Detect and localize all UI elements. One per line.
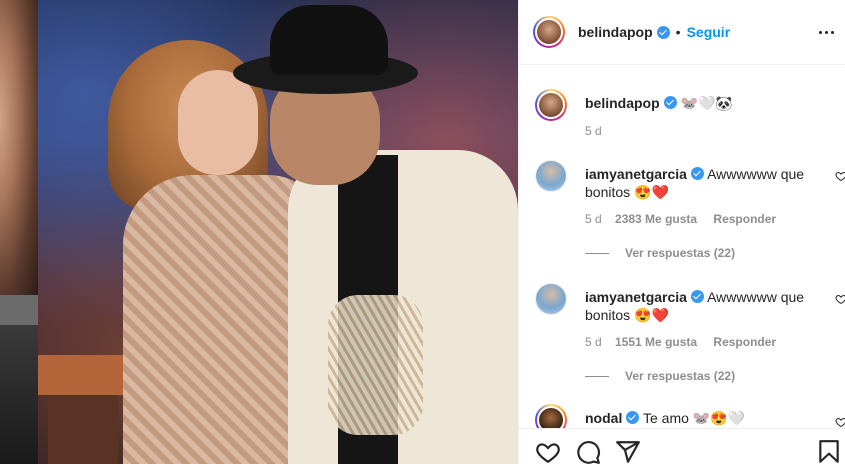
verified-badge-icon bbox=[690, 290, 704, 303]
comment-like-heart-icon[interactable] bbox=[835, 416, 845, 428]
post-header: belindapop • Seguir bbox=[519, 0, 845, 65]
view-replies-label: Ver respuestas (22) bbox=[625, 246, 736, 260]
follow-button[interactable]: Seguir bbox=[687, 24, 731, 40]
comment-time[interactable]: 5 d bbox=[585, 212, 602, 226]
caption-time[interactable]: 5 d bbox=[585, 124, 602, 138]
comment-like-heart-icon[interactable] bbox=[835, 170, 845, 182]
comment-avatar[interactable] bbox=[535, 160, 567, 192]
cowboy-hat-crown bbox=[270, 5, 388, 75]
share-icon[interactable] bbox=[615, 439, 641, 464]
jacket-embroidery bbox=[328, 295, 423, 435]
comment-text: Te amo 🐭😍🤍 bbox=[642, 410, 746, 426]
comment-likes[interactable]: 2383 Me gusta bbox=[615, 212, 697, 226]
author-name-row: belindapop • Seguir bbox=[578, 24, 730, 40]
author-username[interactable]: belindapop bbox=[578, 24, 653, 40]
caption-username[interactable]: belindapop bbox=[585, 95, 660, 111]
comment-body: nodal Te amo 🐭😍🤍 bbox=[585, 409, 810, 427]
reply-button[interactable]: Responder bbox=[713, 335, 776, 349]
replies-divider-line bbox=[585, 375, 609, 377]
comment-username[interactable]: iamyanetgarcia bbox=[585, 289, 687, 305]
caption-text: 🐭🤍🐼 bbox=[680, 95, 733, 111]
heart-icon[interactable] bbox=[535, 439, 561, 464]
verified-badge-icon bbox=[690, 167, 704, 180]
author-avatar[interactable] bbox=[533, 16, 565, 48]
background-table-base bbox=[48, 395, 118, 464]
background-table bbox=[38, 355, 128, 395]
verified-badge-icon bbox=[626, 411, 640, 424]
post-photo[interactable] bbox=[38, 0, 518, 464]
caption-body: belindapop 🐭🤍🐼 bbox=[585, 94, 810, 112]
previous-post-peek[interactable] bbox=[0, 0, 38, 464]
view-replies-button[interactable]: Ver respuestas (22) bbox=[585, 369, 735, 383]
post-action-bar bbox=[519, 428, 845, 464]
comment-avatar[interactable] bbox=[535, 404, 567, 428]
instagram-post-modal: belindapop • Seguir belindapop 🐭🤍🐼 5 d i… bbox=[0, 0, 845, 464]
view-replies-button[interactable]: Ver respuestas (22) bbox=[585, 246, 735, 260]
comment-meta: 5 d 1551 Me gusta Responder bbox=[585, 335, 776, 349]
view-replies-label: Ver respuestas (22) bbox=[625, 369, 736, 383]
replies-divider-line bbox=[585, 252, 609, 254]
comment-meta: 5 d 2383 Me gusta Responder bbox=[585, 212, 776, 226]
comment-username[interactable]: nodal bbox=[585, 410, 622, 426]
separator-dot: • bbox=[675, 24, 681, 40]
comment-body: iamyanetgarcia Awwwwww que bonitos 😍❤️ bbox=[585, 288, 810, 324]
comments-list[interactable]: belindapop 🐭🤍🐼 5 d iamyanetgarcia Awwwww… bbox=[519, 65, 845, 428]
bookmark-icon[interactable] bbox=[816, 439, 842, 464]
comment-likes[interactable]: 1551 Me gusta bbox=[615, 335, 697, 349]
comment-avatar[interactable] bbox=[535, 283, 567, 315]
comment-icon[interactable] bbox=[575, 439, 601, 464]
previous-post-image bbox=[0, 0, 38, 295]
caption-avatar[interactable] bbox=[535, 89, 567, 121]
comment-body: iamyanetgarcia Awwwwww que bonitos 😍❤️ bbox=[585, 165, 810, 201]
verified-badge-icon bbox=[656, 25, 670, 39]
previous-post-dark bbox=[0, 325, 38, 464]
comment-like-heart-icon[interactable] bbox=[835, 293, 845, 305]
previous-post-strip bbox=[0, 295, 38, 325]
reply-button[interactable]: Responder bbox=[713, 212, 776, 226]
comment-time[interactable]: 5 d bbox=[585, 335, 602, 349]
verified-badge-icon bbox=[663, 96, 677, 109]
more-options-icon[interactable] bbox=[816, 22, 836, 42]
caption-meta: 5 d bbox=[585, 124, 602, 138]
comment-username[interactable]: iamyanetgarcia bbox=[585, 166, 687, 182]
woman-face bbox=[178, 70, 258, 175]
post-side-panel: belindapop • Seguir belindapop 🐭🤍🐼 5 d i… bbox=[518, 0, 845, 464]
